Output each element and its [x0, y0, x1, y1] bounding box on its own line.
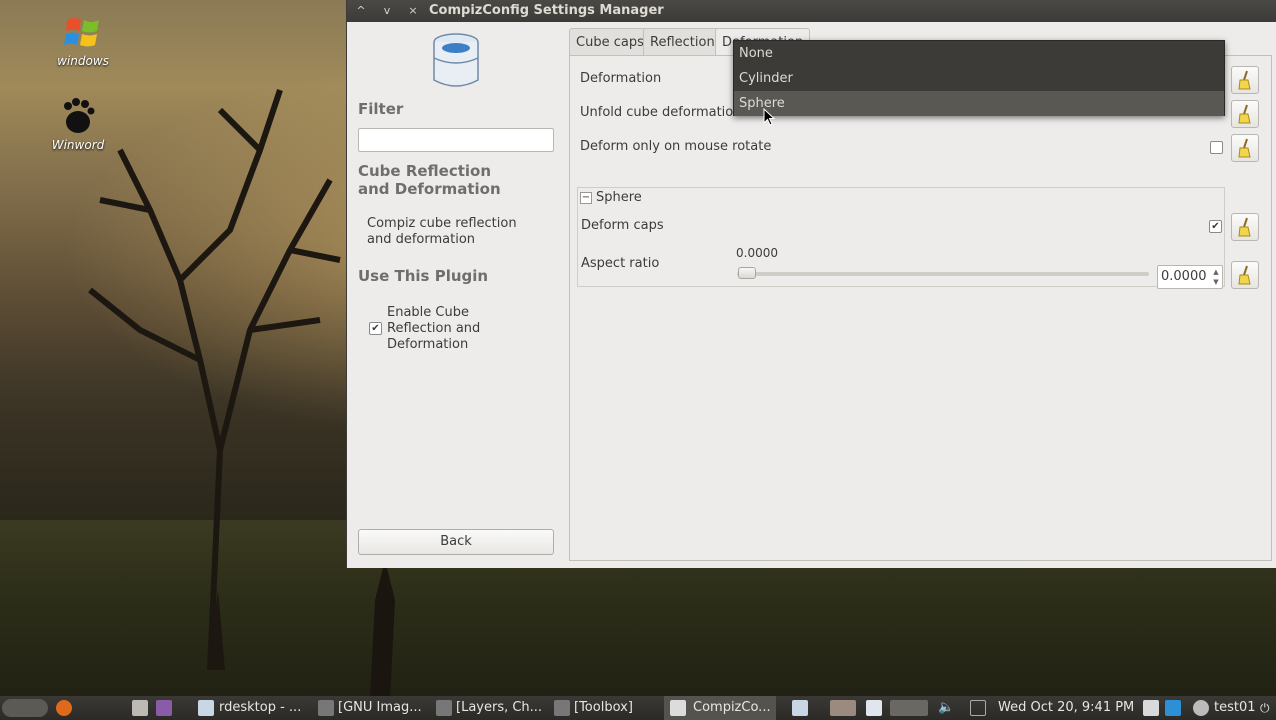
toolbox-app-icon	[554, 700, 570, 716]
taskbar-item-gimp[interactable]: [GNU Imag...	[338, 696, 422, 720]
dropdown-option-cylinder[interactable]: Cylinder	[734, 66, 1224, 91]
aspect-ratio-slider-track[interactable]	[737, 272, 1149, 276]
broom-icon	[1238, 138, 1251, 158]
filter-input[interactable]	[358, 128, 554, 152]
reset-deform-caps-button[interactable]	[1231, 213, 1259, 241]
taskbar-item-layers[interactable]: [Layers, Ch...	[456, 696, 542, 720]
deformation-dropdown-menu: None Cylinder Sphere	[733, 40, 1225, 116]
layers-app-icon	[436, 700, 452, 716]
mouse-cursor-icon	[763, 108, 776, 126]
network-icon[interactable]	[970, 700, 986, 716]
aspect-ratio-spinbox[interactable]: 0.0000 ▲ ▼	[1157, 265, 1223, 289]
desktop-icon-label: windows	[57, 54, 109, 68]
compizconfig-app-icon	[670, 700, 686, 716]
windows-logo-icon	[64, 18, 99, 47]
workspace-3-icon[interactable]	[866, 700, 882, 716]
rdesktop-app-icon	[198, 700, 214, 716]
broom-icon	[1238, 70, 1251, 90]
enable-plugin-label-line3: Deformation	[387, 337, 469, 352]
desktop-icon-windows[interactable]: windows	[48, 12, 118, 68]
gnome-foot-icon	[64, 98, 95, 133]
deformation-label: Deformation	[580, 71, 662, 86]
desktop-icon-label: Winword	[51, 138, 105, 152]
firefox-icon[interactable]	[56, 700, 72, 716]
plugin-description-line1: Compiz cube reflection	[367, 216, 517, 231]
minimize-button[interactable]: ^	[353, 3, 369, 19]
wallpaper-tree-right	[370, 560, 395, 700]
chat-icon[interactable]	[1193, 700, 1209, 716]
left-pane: Filter Cube Reflection and Deformation C…	[347, 22, 567, 568]
aspect-ratio-value: 0.0000	[736, 246, 778, 260]
start-menu-button[interactable]	[2, 699, 48, 717]
terminal-icon[interactable]	[156, 700, 172, 716]
deform-caps-checkbox[interactable]: ✔	[1209, 220, 1222, 233]
username[interactable]: test01	[1214, 696, 1256, 720]
dropdown-option-none[interactable]: None	[734, 41, 1224, 66]
cube-plugin-icon	[433, 33, 479, 87]
broom-icon	[1238, 104, 1251, 124]
tab-cube-caps[interactable]: Cube caps	[569, 28, 651, 55]
trash-icon[interactable]	[132, 700, 148, 716]
workspace-1-icon[interactable]	[792, 700, 808, 716]
workspace-4-icon[interactable]	[890, 700, 928, 716]
filter-heading: Filter	[358, 100, 404, 118]
enable-plugin-label-line1: Enable Cube	[387, 305, 469, 320]
deform-mouse-rotate-label: Deform only on mouse rotate	[580, 139, 772, 154]
taskbar-item-toolbox[interactable]: [Toolbox]	[574, 696, 633, 720]
deform-caps-label: Deform caps	[581, 218, 664, 233]
taskbar-item-rdesktop[interactable]: rdesktop - ...	[219, 696, 301, 720]
gimp-app-icon	[318, 700, 334, 716]
broom-icon	[1238, 217, 1251, 237]
broom-icon	[1238, 265, 1251, 285]
update-icon[interactable]	[1165, 700, 1181, 716]
volume-icon[interactable]: 🔈	[938, 700, 954, 716]
deform-mouse-rotate-checkbox[interactable]	[1210, 141, 1223, 154]
clock[interactable]: Wed Oct 20, 9:41 PM	[998, 696, 1134, 720]
plugin-heading-line2: and Deformation	[358, 180, 501, 198]
use-plugin-heading: Use This Plugin	[358, 267, 489, 285]
plugin-heading-line1: Cube Reflection	[358, 162, 492, 180]
aspect-ratio-slider-knob[interactable]	[738, 267, 756, 279]
notification-icon[interactable]	[1143, 700, 1159, 716]
sphere-group-label: Sphere	[596, 190, 642, 205]
aspect-ratio-label: Aspect ratio	[581, 256, 660, 271]
reset-deformation-button[interactable]	[1231, 66, 1259, 94]
maximize-button[interactable]: v	[379, 3, 395, 19]
tab-reflection[interactable]: Reflection	[643, 28, 722, 55]
taskbar: rdesktop - ... [GNU Imag... [Layers, Ch.…	[0, 696, 1276, 720]
aspect-ratio-spin-value: 0.0000	[1161, 269, 1207, 284]
back-button[interactable]: Back	[358, 529, 554, 555]
window-title: CompizConfig Settings Manager	[429, 3, 664, 18]
sphere-group-collapse-toggle[interactable]: −	[580, 192, 592, 204]
window-titlebar[interactable]: ^ v × CompizConfig Settings Manager	[347, 0, 1276, 22]
spin-arrows[interactable]: ▲ ▼	[1211, 267, 1221, 287]
workspace-2-icon[interactable]	[830, 700, 856, 716]
close-button[interactable]: ×	[405, 3, 421, 19]
deformation-tab-page: Deformation Unfold cube deformation Defo…	[569, 55, 1272, 561]
reset-unfold-button[interactable]	[1231, 100, 1259, 128]
reset-aspect-ratio-button[interactable]	[1231, 261, 1259, 289]
power-icon[interactable]: ⏻	[1260, 700, 1276, 716]
desktop-icon-winword[interactable]: Winword	[43, 96, 113, 152]
enable-plugin-checkbox[interactable]: ✔	[369, 322, 382, 335]
dropdown-option-sphere[interactable]: Sphere	[734, 91, 1224, 116]
plugin-description-line2: and deformation	[367, 232, 476, 247]
unfold-deformation-label: Unfold cube deformation	[580, 105, 742, 120]
enable-plugin-label-line2: Reflection and	[387, 321, 481, 336]
reset-deform-mouse-button[interactable]	[1231, 134, 1259, 162]
